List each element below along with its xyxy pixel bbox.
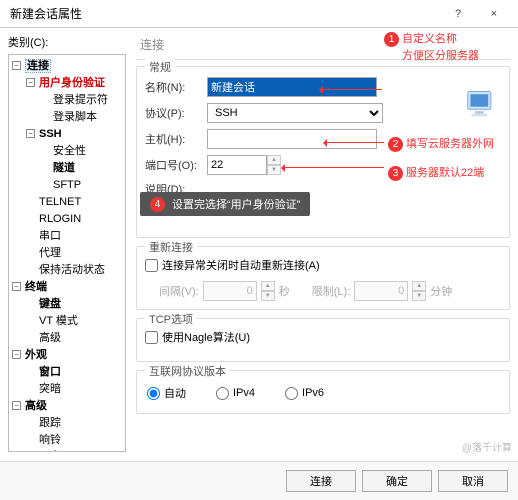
tree-node-trace[interactable]: 跟踪 (39, 417, 61, 429)
tree-toggle[interactable]: − (12, 401, 21, 410)
tree-node-connection[interactable]: 连接 (25, 59, 51, 73)
nagle-label: 使用Nagle算法(U) (162, 329, 250, 345)
ipver-legend: 互联网协议版本 (145, 363, 230, 379)
tree-node-telnet[interactable]: TELNET (39, 196, 81, 208)
panel-title: 连接 (136, 32, 510, 60)
limit-spinner: ▲▼ (412, 281, 426, 301)
tree-toggle[interactable]: − (12, 350, 21, 359)
tcp-legend: TCP选项 (145, 311, 197, 327)
tree-node-keyboard[interactable]: 键盘 (39, 298, 61, 310)
port-label: 端口号(O): (145, 157, 207, 173)
watermark: @落千计算 (462, 439, 512, 454)
name-input[interactable] (207, 77, 377, 97)
category-label: 类别(C): (8, 34, 126, 50)
tree-node-security[interactable]: 安全性 (53, 145, 86, 157)
host-label: 主机(H): (145, 131, 207, 147)
min-label: 分钟 (430, 283, 452, 299)
sec-label: 秒 (279, 283, 290, 299)
tree-node-ssh[interactable]: SSH (39, 128, 62, 140)
ipver-group: 互联网协议版本 自动 IPv4 IPv6 (136, 370, 510, 414)
desc-label: 说明(D): (145, 181, 207, 197)
tree-node-log[interactable]: 日志记录 (39, 451, 83, 452)
help-button[interactable]: ? (440, 2, 476, 26)
interval-input (203, 281, 257, 301)
interval-label: 间隔(V): (159, 283, 199, 299)
tree-node-login-script[interactable]: 登录脚本 (53, 111, 97, 123)
limit-input (354, 281, 408, 301)
host-input[interactable] (207, 129, 377, 149)
tree-node-identity[interactable]: 用户身份验证 (39, 77, 105, 89)
tree-node-term-advanced[interactable]: 高级 (39, 332, 61, 344)
category-tree[interactable]: − 连接 − 用户身份验证 登录提示符 登录脚本 − SSH (8, 54, 126, 452)
tree-node-proxy[interactable]: 代理 (39, 247, 61, 259)
tree-node-appearance[interactable]: 外观 (25, 349, 47, 361)
tree-node-vtmode[interactable]: VT 模式 (39, 315, 78, 327)
close-button[interactable]: × (476, 2, 512, 26)
tree-node-serial[interactable]: 串口 (39, 230, 61, 242)
tree-toggle[interactable]: − (12, 282, 21, 291)
ip-v6-radio[interactable]: IPv6 (285, 385, 324, 401)
window-title: 新建会话属性 (10, 5, 440, 22)
auto-reconnect-checkbox[interactable] (145, 259, 158, 272)
protocol-label: 协议(P): (145, 105, 207, 121)
connect-button[interactable]: 连接 (286, 470, 356, 492)
tree-toggle[interactable]: − (26, 129, 35, 138)
port-spinner[interactable]: ▲▼ (267, 155, 281, 175)
general-legend: 常规 (145, 59, 175, 75)
reconnect-legend: 重新连接 (145, 239, 197, 255)
general-group: 常规 名称(N): 协议(P): SSH 主机(H): 端口号(O): ▲▼ 说… (136, 66, 510, 238)
tree-node-window[interactable]: 窗口 (39, 366, 61, 378)
nagle-checkbox[interactable] (145, 331, 158, 344)
cancel-button[interactable]: 取消 (438, 470, 508, 492)
reconnect-group: 重新连接 连接异常关闭时自动重新连接(A) 间隔(V): ▲▼ 秒 限制(L):… (136, 246, 510, 310)
tree-node-highlight[interactable]: 突暗 (39, 383, 61, 395)
ip-v4-radio[interactable]: IPv4 (216, 385, 255, 401)
tcp-group: TCP选项 使用Nagle算法(U) (136, 318, 510, 362)
tree-toggle[interactable]: − (12, 61, 21, 70)
tree-node-advanced[interactable]: 高级 (25, 400, 47, 412)
tree-node-keepalive[interactable]: 保持活动状态 (39, 264, 105, 276)
ok-button[interactable]: 确定 (362, 470, 432, 492)
ip-auto-radio[interactable]: 自动 (147, 385, 186, 401)
interval-spinner: ▲▼ (261, 281, 275, 301)
tree-node-sftp[interactable]: SFTP (53, 179, 81, 191)
auto-reconnect-label: 连接异常关闭时自动重新连接(A) (162, 257, 320, 273)
limit-label: 限制(L): (312, 283, 351, 299)
port-input[interactable] (207, 155, 267, 175)
tree-node-login-prompt[interactable]: 登录提示符 (53, 94, 108, 106)
footer: 连接 确定 取消 (0, 461, 518, 500)
titlebar: 新建会话属性 ? × (0, 0, 518, 28)
tree-node-terminal[interactable]: 终端 (25, 281, 47, 293)
tree-node-bell[interactable]: 响铃 (39, 434, 61, 446)
tree-node-tunnel[interactable]: 隧道 (53, 162, 75, 174)
protocol-select[interactable]: SSH (207, 103, 383, 123)
name-label: 名称(N): (145, 79, 207, 95)
tree-toggle[interactable]: − (26, 78, 35, 87)
tree-node-rlogin[interactable]: RLOGIN (39, 213, 81, 225)
